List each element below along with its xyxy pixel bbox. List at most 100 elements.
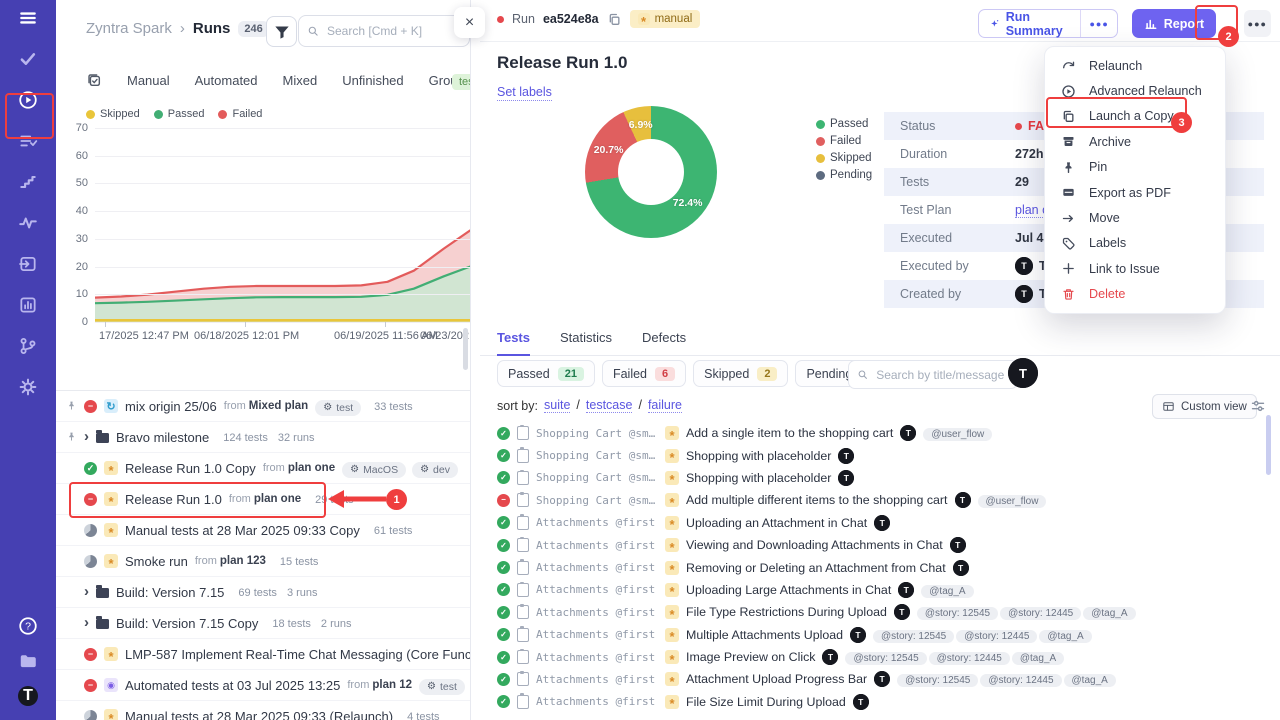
run-detail-tab[interactable]: Tests (497, 330, 530, 356)
test-suite[interactable]: Attachments @first (536, 651, 658, 664)
test-suite[interactable]: Attachments @first (536, 539, 658, 552)
menu-item[interactable]: Advanced Relaunch (1045, 78, 1225, 103)
menu-icon[interactable] (18, 8, 38, 28)
test-title[interactable]: Image Preview on Click (686, 650, 815, 664)
pulse-icon[interactable] (18, 213, 38, 233)
bar-chart-icon[interactable] (18, 295, 38, 315)
test-title[interactable]: File Type Restrictions During Upload (686, 605, 887, 619)
result-filter-chip[interactable]: Failed 6 (602, 360, 686, 387)
test-suite[interactable]: Attachments @first (536, 628, 658, 641)
left-scrollbar-thumb[interactable] (463, 328, 468, 370)
test-list-item[interactable]: Attachments @first Image Preview on Clic… (480, 646, 1280, 668)
assignee-avatar[interactable]: T (1008, 358, 1038, 388)
test-list-item[interactable]: Shopping Cart @sm… Shopping with placeho… (480, 467, 1280, 489)
run-list-item[interactable]: mix origin 25/06 fromMixed plan ⚙test 33… (56, 391, 470, 422)
test-assignee-avatar[interactable]: T (953, 560, 969, 576)
sort-option-suite[interactable]: suite (544, 398, 570, 413)
run-list-item[interactable]: LMP-587 Implement Real-Time Chat Messagi… (56, 639, 470, 670)
run-list-item[interactable]: Manual tests at 28 Mar 2025 09:33 (Relau… (56, 701, 470, 720)
check-icon[interactable] (18, 49, 38, 69)
folder-filled-icon[interactable] (18, 651, 38, 671)
test-assignee-avatar[interactable]: T (838, 448, 854, 464)
test-assignee-avatar[interactable]: T (900, 425, 916, 441)
test-list-item[interactable]: Attachments @first File Type Restriction… (480, 601, 1280, 623)
test-list-item[interactable]: Attachments @first Uploading an Attachme… (480, 512, 1280, 534)
test-list-item[interactable]: Attachments @first File Size Limit Durin… (480, 691, 1280, 713)
test-title[interactable]: Uploading Large Attachments in Chat (686, 583, 891, 597)
tests-search-input[interactable] (874, 367, 1009, 383)
report-button[interactable]: Report (1132, 9, 1216, 38)
copy-run-id-icon[interactable] (607, 12, 622, 27)
gear-icon[interactable] (18, 377, 38, 397)
menu-item[interactable]: Labels (1045, 231, 1225, 256)
test-assignee-avatar[interactable]: T (838, 470, 854, 486)
test-assignee-avatar[interactable]: T (822, 649, 838, 665)
chevron-right-icon[interactable]: › (84, 583, 89, 600)
run-list-item[interactable]: › Bravo milestone 124 tests32 runs (56, 422, 470, 453)
import-icon[interactable] (18, 254, 38, 274)
play-circle-icon[interactable] (18, 90, 38, 110)
run-detail-tab[interactable]: Statistics (560, 330, 612, 355)
test-title[interactable]: Multiple Attachments Upload (686, 628, 843, 642)
test-suite[interactable]: Attachments @first (536, 695, 658, 708)
test-title[interactable]: Shopping with placeholder (686, 449, 831, 463)
sort-option-testcase[interactable]: testcase (586, 398, 633, 413)
more-actions-button[interactable]: ●●● (1244, 10, 1271, 37)
test-list-item[interactable]: Attachments @first Attachment Upload Pro… (480, 668, 1280, 690)
test-title[interactable]: Viewing and Downloading Attachments in C… (686, 538, 943, 552)
test-assignee-avatar[interactable]: T (850, 627, 866, 643)
test-title[interactable]: Add a single item to the shopping cart (686, 426, 893, 440)
test-title[interactable]: Attachment Upload Progress Bar (686, 672, 867, 686)
test-list-item[interactable]: Shopping Cart @sm… Add multiple differen… (480, 489, 1280, 511)
chevron-right-icon[interactable]: › (84, 428, 89, 445)
test-title[interactable]: Add multiple different items to the shop… (686, 493, 948, 507)
custom-view-button[interactable]: Custom view (1152, 394, 1257, 419)
run-detail-tab[interactable]: Defects (642, 330, 686, 355)
test-assignee-avatar[interactable]: T (853, 694, 869, 710)
run-list-item[interactable]: Automated tests at 03 Jul 2025 13:25 fro… (56, 670, 470, 701)
menu-item[interactable]: Link to Issue (1045, 256, 1225, 281)
test-suite[interactable]: Shopping Cart @sm… (536, 449, 658, 462)
test-list-item[interactable]: Shopping Cart @sm… Add a single item to … (480, 422, 1280, 444)
test-suite[interactable]: Attachments @first (536, 673, 658, 686)
test-assignee-avatar[interactable]: T (874, 515, 890, 531)
close-panel-button[interactable]: × (454, 7, 485, 38)
menu-item[interactable]: Move (1045, 205, 1225, 230)
list-check-icon[interactable] (18, 131, 38, 151)
run-list-item[interactable]: Smoke run fromplan 123 15 tests (56, 546, 470, 577)
test-suite[interactable]: Shopping Cart @sm… (536, 494, 658, 507)
test-assignee-avatar[interactable]: T (955, 492, 971, 508)
menu-item[interactable]: Pin (1045, 155, 1225, 180)
help-icon[interactable]: ? (18, 616, 38, 636)
test-title[interactable]: Shopping with placeholder (686, 471, 831, 485)
run-summary-button[interactable]: Run Summary ●●● (978, 9, 1118, 38)
test-suite[interactable]: Attachments @first (536, 516, 658, 529)
test-list-item[interactable]: Shopping Cart @sm… Shopping with placeho… (480, 444, 1280, 466)
test-suite[interactable]: Shopping Cart @sm… (536, 427, 658, 440)
test-suite[interactable]: Attachments @first (536, 583, 658, 596)
menu-item[interactable]: Launch a Copy (1045, 104, 1225, 129)
sort-option-failure[interactable]: failure (648, 398, 682, 413)
test-list-item[interactable]: Attachments @first Multiple Attachments … (480, 624, 1280, 646)
set-labels-link[interactable]: Set labels (497, 85, 552, 101)
test-title[interactable]: Removing or Deleting an Attachment from … (686, 561, 946, 575)
steps-icon[interactable] (18, 172, 38, 192)
run-list-item[interactable]: › Build: Version 7.15 Copy 18 tests2 run… (56, 608, 470, 639)
run-summary-more-button[interactable]: ●●● (1080, 10, 1116, 37)
right-scrollbar-thumb[interactable] (1266, 415, 1271, 475)
run-list-item[interactable]: Release Run 1.0 fromplan one 29 tests (56, 484, 470, 515)
test-assignee-avatar[interactable]: T (950, 537, 966, 553)
menu-item[interactable]: Archive (1045, 129, 1225, 154)
result-filter-chip[interactable]: Skipped 2 (693, 360, 788, 387)
test-suite[interactable]: Shopping Cart @sm… (536, 471, 658, 484)
test-list-item[interactable]: Attachments @first Uploading Large Attac… (480, 579, 1280, 601)
test-suite[interactable]: Attachments @first (536, 606, 658, 619)
run-list-item[interactable]: Release Run 1.0 Copy fromplan one ⚙MacOS… (56, 453, 470, 484)
test-title[interactable]: File Size Limit During Upload (686, 695, 846, 709)
test-suite[interactable]: Attachments @first (536, 561, 658, 574)
run-list-item[interactable]: Manual tests at 28 Mar 2025 09:33 Copy 6… (56, 515, 470, 546)
test-assignee-avatar[interactable]: T (898, 582, 914, 598)
test-assignee-avatar[interactable]: T (894, 604, 910, 620)
menu-item[interactable]: Export as PDF (1045, 180, 1225, 205)
test-list-item[interactable]: Attachments @first Removing or Deleting … (480, 556, 1280, 578)
